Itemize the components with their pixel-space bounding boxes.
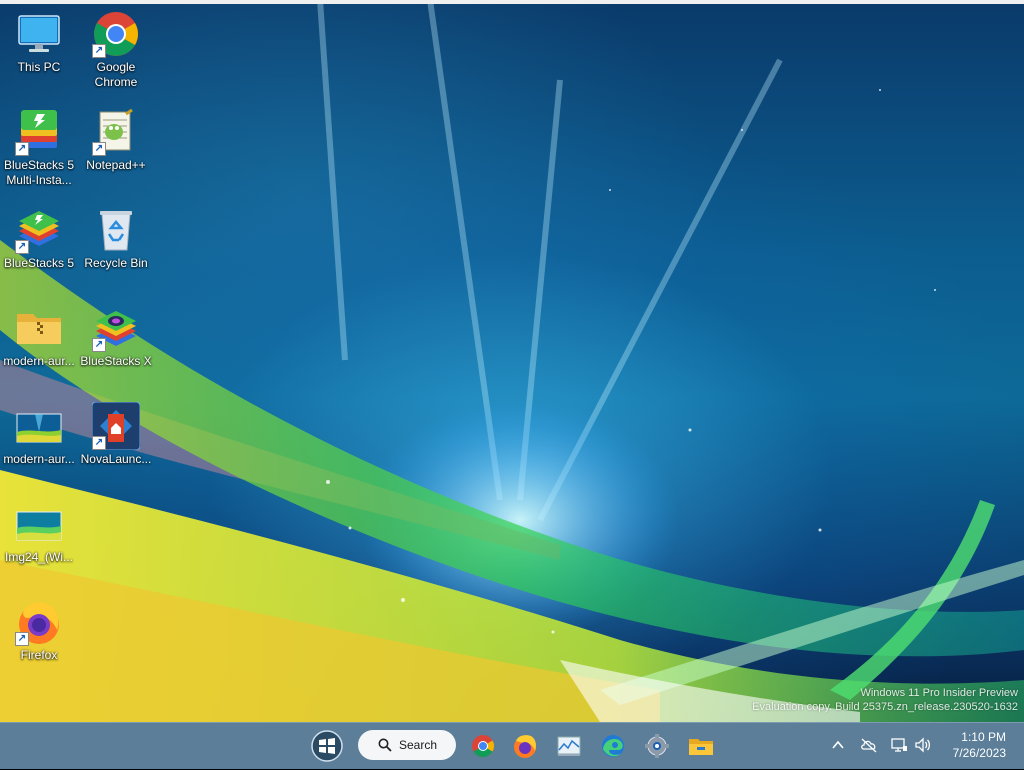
bluestacks-x-icon: ↗ [92, 304, 140, 352]
cloud-offline-icon[interactable] [860, 737, 878, 753]
taskbar-edge-button[interactable] [594, 727, 632, 765]
edge-icon [602, 735, 624, 757]
icon-label: Recycle Bin [84, 256, 148, 270]
shortcut-arrow-icon: ↗ [92, 338, 106, 352]
performance-monitor-icon [557, 736, 581, 756]
desktop-icon-modern-aurora-zip[interactable]: modern-aur... [1, 300, 77, 392]
system-tray: 1:10 PM 7/26/2023 [826, 723, 1024, 769]
shortcut-arrow-icon: ↗ [92, 142, 106, 156]
file-explorer-icon [689, 739, 713, 755]
clock-time: 1:10 PM [961, 730, 1006, 744]
desktop-icon-bluestacks-multi-instance[interactable]: ↗ BlueStacks 5 Multi-Insta... [1, 104, 77, 196]
icon-label: BlueStacks 5 [3, 256, 75, 270]
search-icon [378, 738, 392, 752]
windows-build-watermark: Windows 11 Pro Insider Preview Evaluatio… [752, 686, 1018, 714]
shortcut-arrow-icon: ↗ [15, 240, 29, 254]
icon-label: modern-aur... [3, 354, 75, 368]
desktop-icon-recycle-bin[interactable]: Recycle Bin [78, 202, 154, 294]
desktop-icon-notepad-plus-plus[interactable]: ↗ Notepad++ [78, 104, 154, 196]
desktop-icon-nova-launcher[interactable]: ↗ NovaLaunc... [78, 398, 154, 490]
recycle-bin-icon [92, 206, 140, 254]
clock-date: 7/26/2023 [952, 746, 1006, 760]
taskbar-firefox-button[interactable] [506, 727, 544, 765]
desktop-icon-img24[interactable]: Img24_(Wi... [1, 496, 77, 588]
desktop-icon-google-chrome[interactable]: ↗ Google Chrome [78, 6, 154, 98]
search-label: Search [399, 738, 438, 752]
this-pc-icon [15, 10, 63, 58]
windows-start-icon [311, 730, 343, 762]
shortcut-arrow-icon: ↗ [92, 44, 106, 58]
image-file-icon [15, 500, 63, 548]
shortcut-arrow-icon: ↗ [92, 436, 106, 450]
chrome-icon: ↗ [92, 10, 140, 58]
watermark-build: Evaluation copy. Build 25375.zn_release.… [752, 701, 1018, 713]
bluestacks-icon: ↗ [15, 206, 63, 254]
nova-launcher-icon: ↗ [91, 401, 141, 451]
taskbar-search-box[interactable]: Search [358, 730, 456, 760]
monitor-icon[interactable] [890, 736, 908, 754]
settings-icon [645, 734, 669, 758]
taskbar: Search 1:10 PM 7/26/2023 [0, 722, 1024, 769]
watermark-edition: Windows 11 Pro Insider Preview [860, 687, 1018, 699]
bluestacks-multi-instance-icon: ↗ [15, 108, 63, 156]
image-file-icon [15, 402, 63, 450]
icon-label: Img24_(Wi... [4, 550, 73, 564]
desktop-icon-bluestacks-x[interactable]: ↗ BlueStacks X [78, 300, 154, 392]
icon-label: NovaLaunc... [80, 452, 152, 466]
shortcut-arrow-icon: ↗ [15, 632, 29, 646]
icon-label: BlueStacks X [80, 354, 152, 368]
taskbar-performance-monitor-button[interactable] [550, 727, 588, 765]
taskbar-clock[interactable]: 1:10 PM 7/26/2023 [953, 729, 1006, 761]
speaker-icon[interactable] [914, 737, 932, 753]
desktop-icon-firefox[interactable]: ↗ Firefox [1, 594, 77, 686]
desktop-icon-bluestacks-5[interactable]: ↗ BlueStacks 5 [1, 202, 77, 294]
zip-folder-icon [15, 304, 63, 352]
icon-label: Notepad++ [86, 158, 146, 172]
firefox-icon: ↗ [15, 598, 63, 646]
icon-label: This PC [17, 60, 61, 74]
desktop-icon-this-pc[interactable]: This PC [1, 6, 77, 98]
desktop-icon-modern-aurora-image[interactable]: modern-aur... [1, 398, 77, 490]
firefox-icon [514, 735, 536, 758]
notepad-plus-plus-icon: ↗ [92, 108, 140, 156]
icon-label: BlueStacks 5 Multi-Insta... [3, 158, 75, 187]
start-button[interactable] [308, 727, 346, 765]
taskbar-settings-button[interactable] [638, 727, 676, 765]
icon-label: Google Chrome [94, 60, 138, 89]
window-top-edge [0, 0, 1024, 4]
chrome-icon [472, 735, 494, 757]
shortcut-arrow-icon: ↗ [15, 142, 29, 156]
chevron-up-icon[interactable] [830, 737, 846, 753]
icon-label: Firefox [20, 648, 58, 662]
taskbar-chrome-button[interactable] [464, 727, 502, 765]
taskbar-file-explorer-button[interactable] [682, 727, 720, 765]
icon-label: modern-aur... [3, 452, 75, 466]
